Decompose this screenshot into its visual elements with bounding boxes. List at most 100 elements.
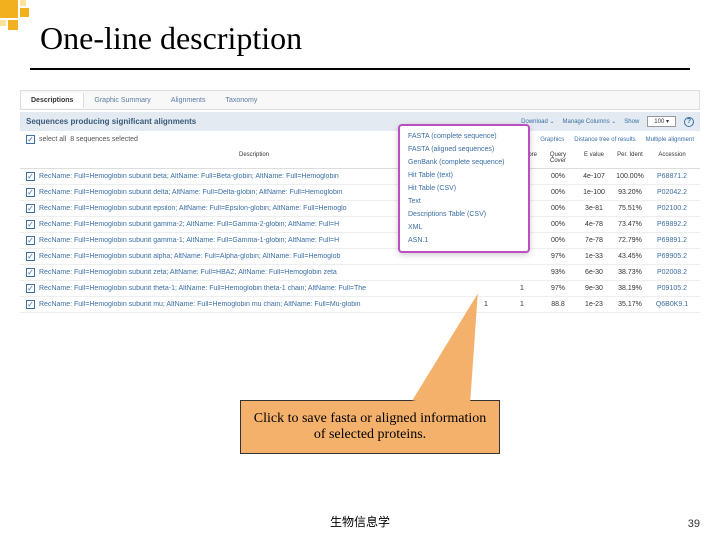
- row-cell: 100.00%: [614, 173, 646, 180]
- header-accession[interactable]: Accession: [650, 152, 694, 164]
- table-row: RecName: Full=Hemoglobin subunit mu; Alt…: [20, 297, 700, 313]
- dropdown-item[interactable]: Hit Table (CSV): [400, 182, 528, 195]
- row-cell: [470, 269, 502, 276]
- select-all-label: select all: [39, 136, 66, 143]
- row-cell: 00%: [542, 221, 574, 228]
- header-per-ident[interactable]: Per. Ident: [614, 152, 646, 164]
- dropdown-item[interactable]: Text: [400, 195, 528, 208]
- row-cell: 38.19%: [614, 285, 646, 292]
- table-header: Description Max Score Total Score Query …: [20, 148, 700, 169]
- table-row: RecName: Full=Hemoglobin subunit gamma-2…: [20, 217, 700, 233]
- row-cell: 1e-23: [578, 301, 610, 308]
- help-icon[interactable]: ?: [684, 117, 694, 127]
- table-row: RecName: Full=Hemoglobin subunit epsilon…: [20, 201, 700, 217]
- select-all-checkbox[interactable]: [26, 135, 35, 144]
- row-cell[interactable]: P09105.2: [650, 285, 694, 292]
- download-dropdown: FASTA (complete sequence) FASTA (aligned…: [398, 124, 530, 253]
- row-cell: 1e-100: [578, 189, 610, 196]
- dropdown-item[interactable]: GenBank (complete sequence): [400, 156, 528, 169]
- row-cell: 93%: [542, 269, 574, 276]
- row-cell: 93.20%: [614, 189, 646, 196]
- row-cell: 35.17%: [614, 301, 646, 308]
- callout-box: Click to save fasta or aligned informati…: [240, 400, 500, 454]
- row-checkbox[interactable]: [26, 220, 35, 229]
- dropdown-item[interactable]: XML: [400, 221, 528, 234]
- row-checkbox[interactable]: [26, 204, 35, 213]
- row-cell: 97%: [542, 285, 574, 292]
- table-row: RecName: Full=Hemoglobin subunit alpha; …: [20, 249, 700, 265]
- dropdown-item[interactable]: Hit Table (text): [400, 169, 528, 182]
- tab-alignments[interactable]: Alignments: [161, 93, 216, 108]
- row-checkbox[interactable]: [26, 252, 35, 261]
- title-underline: [30, 68, 690, 70]
- row-cell: 9e-30: [578, 285, 610, 292]
- row-cell[interactable]: P02008.2: [650, 269, 694, 276]
- row-checkbox[interactable]: [26, 284, 35, 293]
- show-label: Show: [624, 119, 639, 125]
- row-cell[interactable]: P69905.2: [650, 253, 694, 260]
- dropdown-item[interactable]: FASTA (complete sequence): [400, 130, 528, 143]
- row-cell: 00%: [542, 189, 574, 196]
- result-header-label: Sequences producing significant alignmen…: [26, 117, 196, 126]
- table-row: RecName: Full=Hemoglobin subunit gamma-1…: [20, 233, 700, 249]
- manage-columns-menu[interactable]: Manage Columns ⌄: [563, 118, 617, 125]
- slide-title: One-line description: [40, 20, 302, 57]
- row-cell: [470, 253, 502, 260]
- row-description[interactable]: RecName: Full=Hemoglobin subunit alpha; …: [39, 253, 466, 260]
- row-cell: 97%: [542, 253, 574, 260]
- row-checkbox[interactable]: [26, 188, 35, 197]
- row-checkbox[interactable]: [26, 172, 35, 181]
- row-checkbox[interactable]: [26, 236, 35, 245]
- row-cell: 6e-30: [578, 269, 610, 276]
- dropdown-item[interactable]: FASTA (aligned sequences): [400, 143, 528, 156]
- show-count-select[interactable]: 100 ▾: [647, 116, 676, 127]
- dropdown-item[interactable]: ASN.1: [400, 234, 528, 247]
- footer-text: 生物信息学: [0, 513, 720, 530]
- row-cell: [470, 285, 502, 292]
- tab-descriptions[interactable]: Descriptions: [21, 93, 84, 108]
- row-cell: 00%: [542, 173, 574, 180]
- row-cell: [506, 269, 538, 276]
- table-row: RecName: Full=Hemoglobin subunit delta; …: [20, 185, 700, 201]
- table-row: RecName: Full=Hemoglobin subunit zeta; A…: [20, 265, 700, 281]
- row-cell[interactable]: P69891.2: [650, 237, 694, 244]
- row-cell: 1: [506, 301, 538, 308]
- table-row: RecName: Full=Hemoglobin subunit beta; A…: [20, 169, 700, 185]
- row-description[interactable]: RecName: Full=Hemoglobin subunit mu; Alt…: [39, 301, 466, 308]
- dropdown-item[interactable]: Descriptions Table (CSV): [400, 208, 528, 221]
- row-cell: 72.79%: [614, 237, 646, 244]
- row-cell: 75.51%: [614, 205, 646, 212]
- result-header-bar: Sequences producing significant alignmen…: [20, 112, 700, 131]
- row-cell: 1: [506, 285, 538, 292]
- row-cell[interactable]: P02100.2: [650, 205, 694, 212]
- row-cell: 1e-33: [578, 253, 610, 260]
- row-checkbox[interactable]: [26, 300, 35, 309]
- row-cell: 88.8: [542, 301, 574, 308]
- header-query-cover[interactable]: Query Cover: [542, 152, 574, 164]
- selected-count: 8 sequences selected: [70, 136, 138, 143]
- row-cell: 7e-78: [578, 237, 610, 244]
- row-cell[interactable]: Q6B0K9.1: [650, 301, 694, 308]
- row-cell: 00%: [542, 205, 574, 212]
- row-cell: 73.47%: [614, 221, 646, 228]
- link-multiple-alignment[interactable]: Multiple alignment: [646, 137, 694, 143]
- row-description[interactable]: RecName: Full=Hemoglobin subunit zeta; A…: [39, 269, 466, 276]
- tab-taxonomy[interactable]: Taxonomy: [215, 93, 267, 108]
- link-graphics[interactable]: Graphics: [540, 137, 564, 143]
- row-cell: 43.45%: [614, 253, 646, 260]
- row-cell: 4e-78: [578, 221, 610, 228]
- row-checkbox[interactable]: [26, 268, 35, 277]
- table-row: RecName: Full=Hemoglobin subunit theta-1…: [20, 281, 700, 297]
- row-cell[interactable]: P02042.2: [650, 189, 694, 196]
- header-e-value[interactable]: E value: [578, 152, 610, 164]
- row-description[interactable]: RecName: Full=Hemoglobin subunit theta-1…: [39, 285, 466, 292]
- link-distance-tree[interactable]: Distance tree of results: [574, 137, 635, 143]
- row-cell[interactable]: P68871.2: [650, 173, 694, 180]
- row-cell[interactable]: P69892.2: [650, 221, 694, 228]
- tab-graphic-summary[interactable]: Graphic Summary: [84, 93, 160, 108]
- page-number: 39: [688, 518, 700, 530]
- select-all-row: select all 8 sequences selected GenPept …: [20, 131, 700, 148]
- row-cell: 3e-81: [578, 205, 610, 212]
- blast-results-screenshot: Descriptions Graphic Summary Alignments …: [20, 90, 700, 380]
- row-cell: [506, 253, 538, 260]
